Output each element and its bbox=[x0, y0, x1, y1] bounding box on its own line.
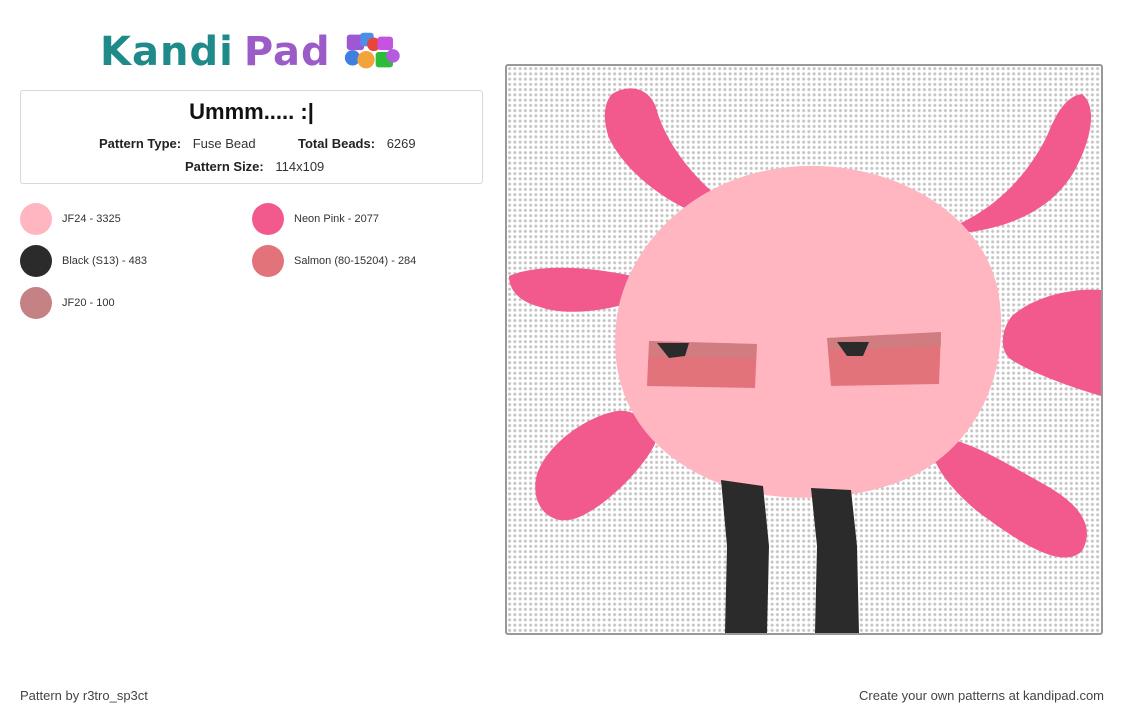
pattern-size-value: 114x109 bbox=[275, 159, 325, 174]
petal-bottom-left bbox=[535, 410, 656, 521]
color-legend-item: Black (S13) - 483 bbox=[20, 245, 147, 277]
color-swatch bbox=[20, 203, 52, 235]
color-label: Neon Pink - 2077 bbox=[294, 213, 379, 225]
color-label: Salmon (80-15204) - 284 bbox=[294, 255, 417, 267]
total-beads-label: Total Beads: bbox=[298, 136, 376, 151]
right-leg bbox=[811, 488, 859, 633]
pattern-title: Ummm..... :| bbox=[189, 99, 314, 124]
pattern-size-label: Pattern Size: bbox=[185, 159, 264, 174]
color-swatch bbox=[20, 287, 52, 319]
pattern-canvas[interactable] bbox=[505, 64, 1103, 635]
petal-top-right bbox=[958, 94, 1092, 233]
pattern-type-value: Fuse Bead bbox=[192, 136, 256, 151]
beads-icon bbox=[344, 32, 400, 69]
pattern-artwork bbox=[509, 88, 1101, 633]
petal-bottom-right bbox=[931, 437, 1087, 558]
total-beads-value: 6269 bbox=[386, 136, 416, 151]
total-beads: Total Beads: 6269 bbox=[298, 136, 416, 151]
creature-body bbox=[615, 165, 1002, 498]
pattern-author: Pattern by r3tro_sp3ct bbox=[20, 688, 148, 703]
pattern-info-card: Ummm..... :| Pattern Type: Fuse Bead Tot… bbox=[20, 90, 483, 184]
pattern-size: Pattern Size: 114x109 bbox=[185, 159, 324, 174]
pattern-type: Pattern Type: Fuse Bead bbox=[99, 136, 256, 151]
color-swatch bbox=[252, 245, 284, 277]
color-label: JF24 - 3325 bbox=[62, 213, 121, 225]
color-legend-item: JF24 - 3325 bbox=[20, 203, 121, 235]
pattern-type-label: Pattern Type: bbox=[99, 136, 182, 151]
color-swatch bbox=[252, 203, 284, 235]
color-legend-item: JF20 - 100 bbox=[20, 287, 115, 319]
color-legend-item: Salmon (80-15204) - 284 bbox=[252, 245, 416, 277]
kandipad-logo[interactable]: Kandi Pad bbox=[100, 24, 410, 80]
petal-right bbox=[1002, 289, 1101, 396]
logo-kandi-text: Kandi bbox=[100, 29, 234, 75]
logo-pad-text: Pad bbox=[243, 29, 331, 75]
kandipad-link[interactable]: Create your own patterns at kandipad.com bbox=[859, 688, 1104, 703]
color-label: JF20 - 100 bbox=[62, 297, 115, 309]
left-leg bbox=[721, 480, 769, 633]
color-legend-item: Neon Pink - 2077 bbox=[252, 203, 379, 235]
color-swatch bbox=[20, 245, 52, 277]
color-label: Black (S13) - 483 bbox=[62, 255, 147, 267]
